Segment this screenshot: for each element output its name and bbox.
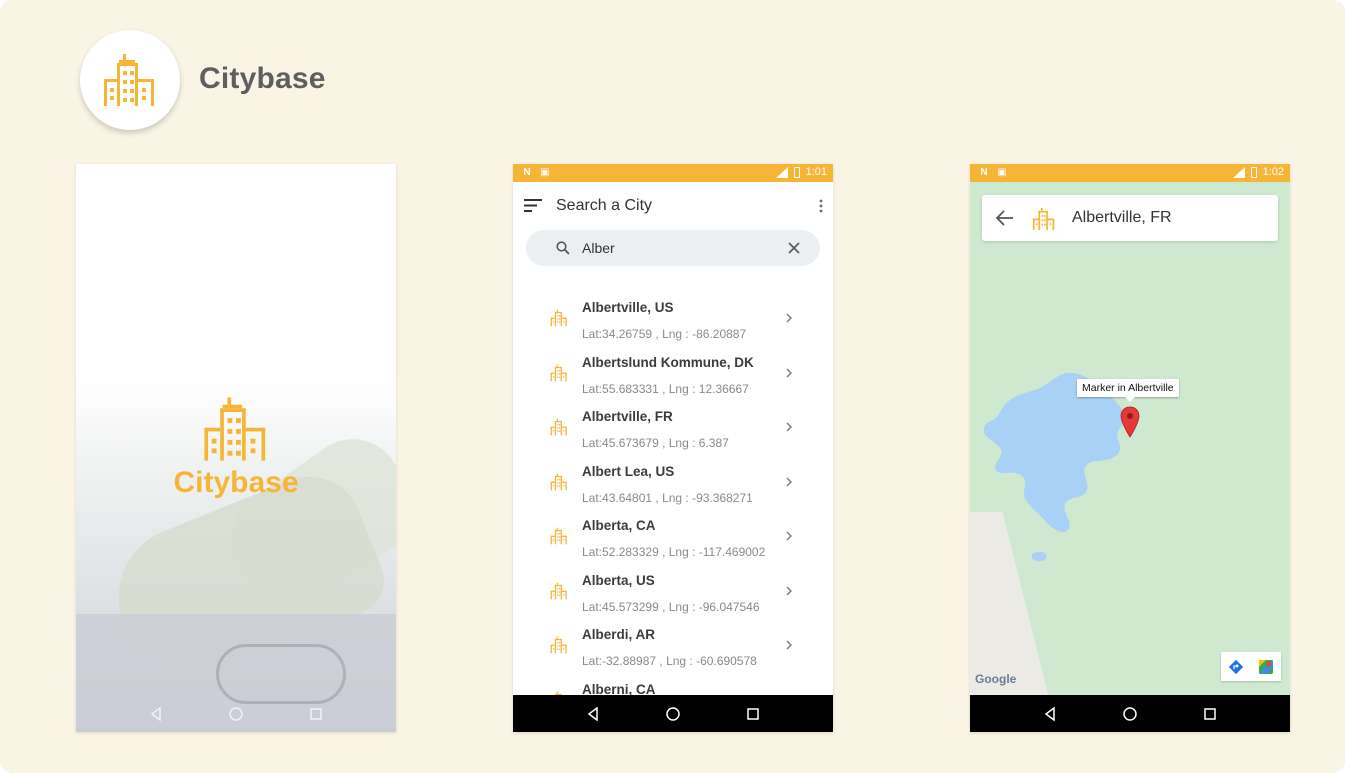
notification-n-icon: N xyxy=(980,167,988,178)
toolbar: Search a City xyxy=(513,182,833,230)
directions-button[interactable] xyxy=(1221,652,1251,681)
open-maps-button[interactable] xyxy=(1251,652,1281,681)
search-icon xyxy=(556,241,570,255)
status-time: 1:01 xyxy=(805,166,827,178)
city-building-icon xyxy=(104,54,154,106)
search-input[interactable]: Alber xyxy=(526,230,820,266)
city-name: Albert Lea, US xyxy=(582,463,675,479)
map-lake xyxy=(983,372,1124,562)
nav-bar xyxy=(513,695,833,732)
map-search-bar: Albertville, FR xyxy=(982,195,1278,241)
home-nav-icon[interactable] xyxy=(666,706,680,721)
more-vert-icon[interactable] xyxy=(819,199,823,213)
arrow-back-icon[interactable] xyxy=(996,210,1014,226)
chevron-right-icon xyxy=(786,422,792,432)
city-building-icon xyxy=(204,397,266,461)
list-item[interactable]: Alberni, CA xyxy=(513,666,833,696)
map-screen: N ▣ 1:02 Albertville, FR Marker in Albert… xyxy=(970,164,1290,732)
filter-icon[interactable] xyxy=(524,199,542,212)
map-view[interactable]: Albertville, FR Marker in Albertville Go… xyxy=(970,182,1290,695)
city-name: Albertslund Kommune, DK xyxy=(582,354,754,370)
city-building-icon xyxy=(1032,207,1055,231)
recents-nav-icon[interactable] xyxy=(1203,707,1217,721)
back-nav-icon[interactable] xyxy=(1043,706,1057,721)
city-name: Albertville, FR xyxy=(582,409,673,424)
list-item[interactable]: Alberdi, AR Lat:-32.88987 , Lng : -60.69… xyxy=(513,611,833,668)
page-title: Search a City xyxy=(556,197,653,214)
splash-title: Citybase xyxy=(173,466,299,499)
home-nav-icon[interactable] xyxy=(229,706,243,721)
status-time: 1:02 xyxy=(1262,166,1284,178)
app-title: Citybase xyxy=(199,62,326,95)
chevron-right-icon xyxy=(786,313,792,323)
home-nav-icon[interactable] xyxy=(1123,706,1137,721)
back-nav-icon[interactable] xyxy=(149,706,163,721)
app-logo xyxy=(80,30,180,130)
city-name: Albertville, US xyxy=(582,300,674,315)
status-bar: N ▣ 1:01 xyxy=(513,164,833,182)
marker-info-window[interactable]: Marker in Albertville xyxy=(1077,379,1179,402)
google-maps-icon xyxy=(1259,659,1273,674)
notification-app-icon: ▣ xyxy=(997,167,1007,178)
search-screen: N ▣ 1:01 Search a City Alber Albertville,… xyxy=(513,164,833,732)
signal-icon xyxy=(775,166,788,178)
directions-icon xyxy=(1228,659,1244,674)
city-building-icon xyxy=(550,309,567,327)
close-icon[interactable] xyxy=(788,242,800,254)
list-item[interactable]: Albert Lea, US Lat:43.64801 , Lng : -93.… xyxy=(513,448,833,505)
chevron-right-icon xyxy=(786,368,792,377)
city-building-icon xyxy=(550,527,567,545)
city-name: Alberta, CA xyxy=(582,518,656,533)
google-attribution: Google xyxy=(975,672,1017,686)
city-building-icon xyxy=(550,636,567,654)
city-building-icon xyxy=(550,582,567,599)
presentation-board: Citybase Citybase N ▣ 1:01 Search a City… xyxy=(0,0,1345,773)
city-name: Alberta, US xyxy=(582,572,655,588)
back-nav-icon[interactable] xyxy=(586,706,600,721)
list-item[interactable]: Albertslund Kommune, DK Lat:55.683331 , … xyxy=(513,339,833,396)
notification-n-icon: N xyxy=(523,167,531,178)
list-item[interactable]: Alberta, US Lat:45.573299 , Lng : -96.04… xyxy=(513,557,833,614)
list-item[interactable]: Albertville, US Lat:34.26759 , Lng : -86… xyxy=(513,284,833,341)
status-bar: N ▣ 1:02 xyxy=(970,164,1290,182)
battery-icon xyxy=(1250,166,1257,178)
chevron-right-icon xyxy=(786,640,792,650)
search-value[interactable]: Alber xyxy=(582,240,615,256)
city-building-icon xyxy=(550,364,567,381)
map-toolbar xyxy=(1221,652,1281,681)
battery-icon xyxy=(793,166,800,178)
city-name: Alberdi, AR xyxy=(582,627,656,642)
list-item[interactable]: Alberta, CA Lat:52.283329 , Lng : -117.4… xyxy=(513,502,833,559)
city-building-icon xyxy=(550,418,567,436)
map-title: Albertville, FR xyxy=(1072,209,1172,226)
recents-nav-icon[interactable] xyxy=(746,707,760,721)
splash-screen: Citybase xyxy=(76,164,396,732)
chevron-right-icon xyxy=(786,586,792,595)
map-pin-icon[interactable] xyxy=(1120,406,1140,438)
chevron-right-icon xyxy=(786,477,792,486)
nav-bar xyxy=(970,695,1290,732)
recents-nav-icon[interactable] xyxy=(309,707,323,721)
chevron-right-icon xyxy=(786,531,792,541)
city-building-icon xyxy=(550,473,567,490)
city-name: Alberni, CA xyxy=(582,681,656,696)
notification-app-icon: ▣ xyxy=(540,167,550,178)
signal-icon xyxy=(1232,166,1245,178)
nav-bar xyxy=(76,695,396,732)
list-item[interactable]: Albertville, FR Lat:45.673679 , Lng : 6.… xyxy=(513,393,833,450)
results-list: Albertville, US Lat:34.26759 , Lng : -86… xyxy=(513,284,833,695)
